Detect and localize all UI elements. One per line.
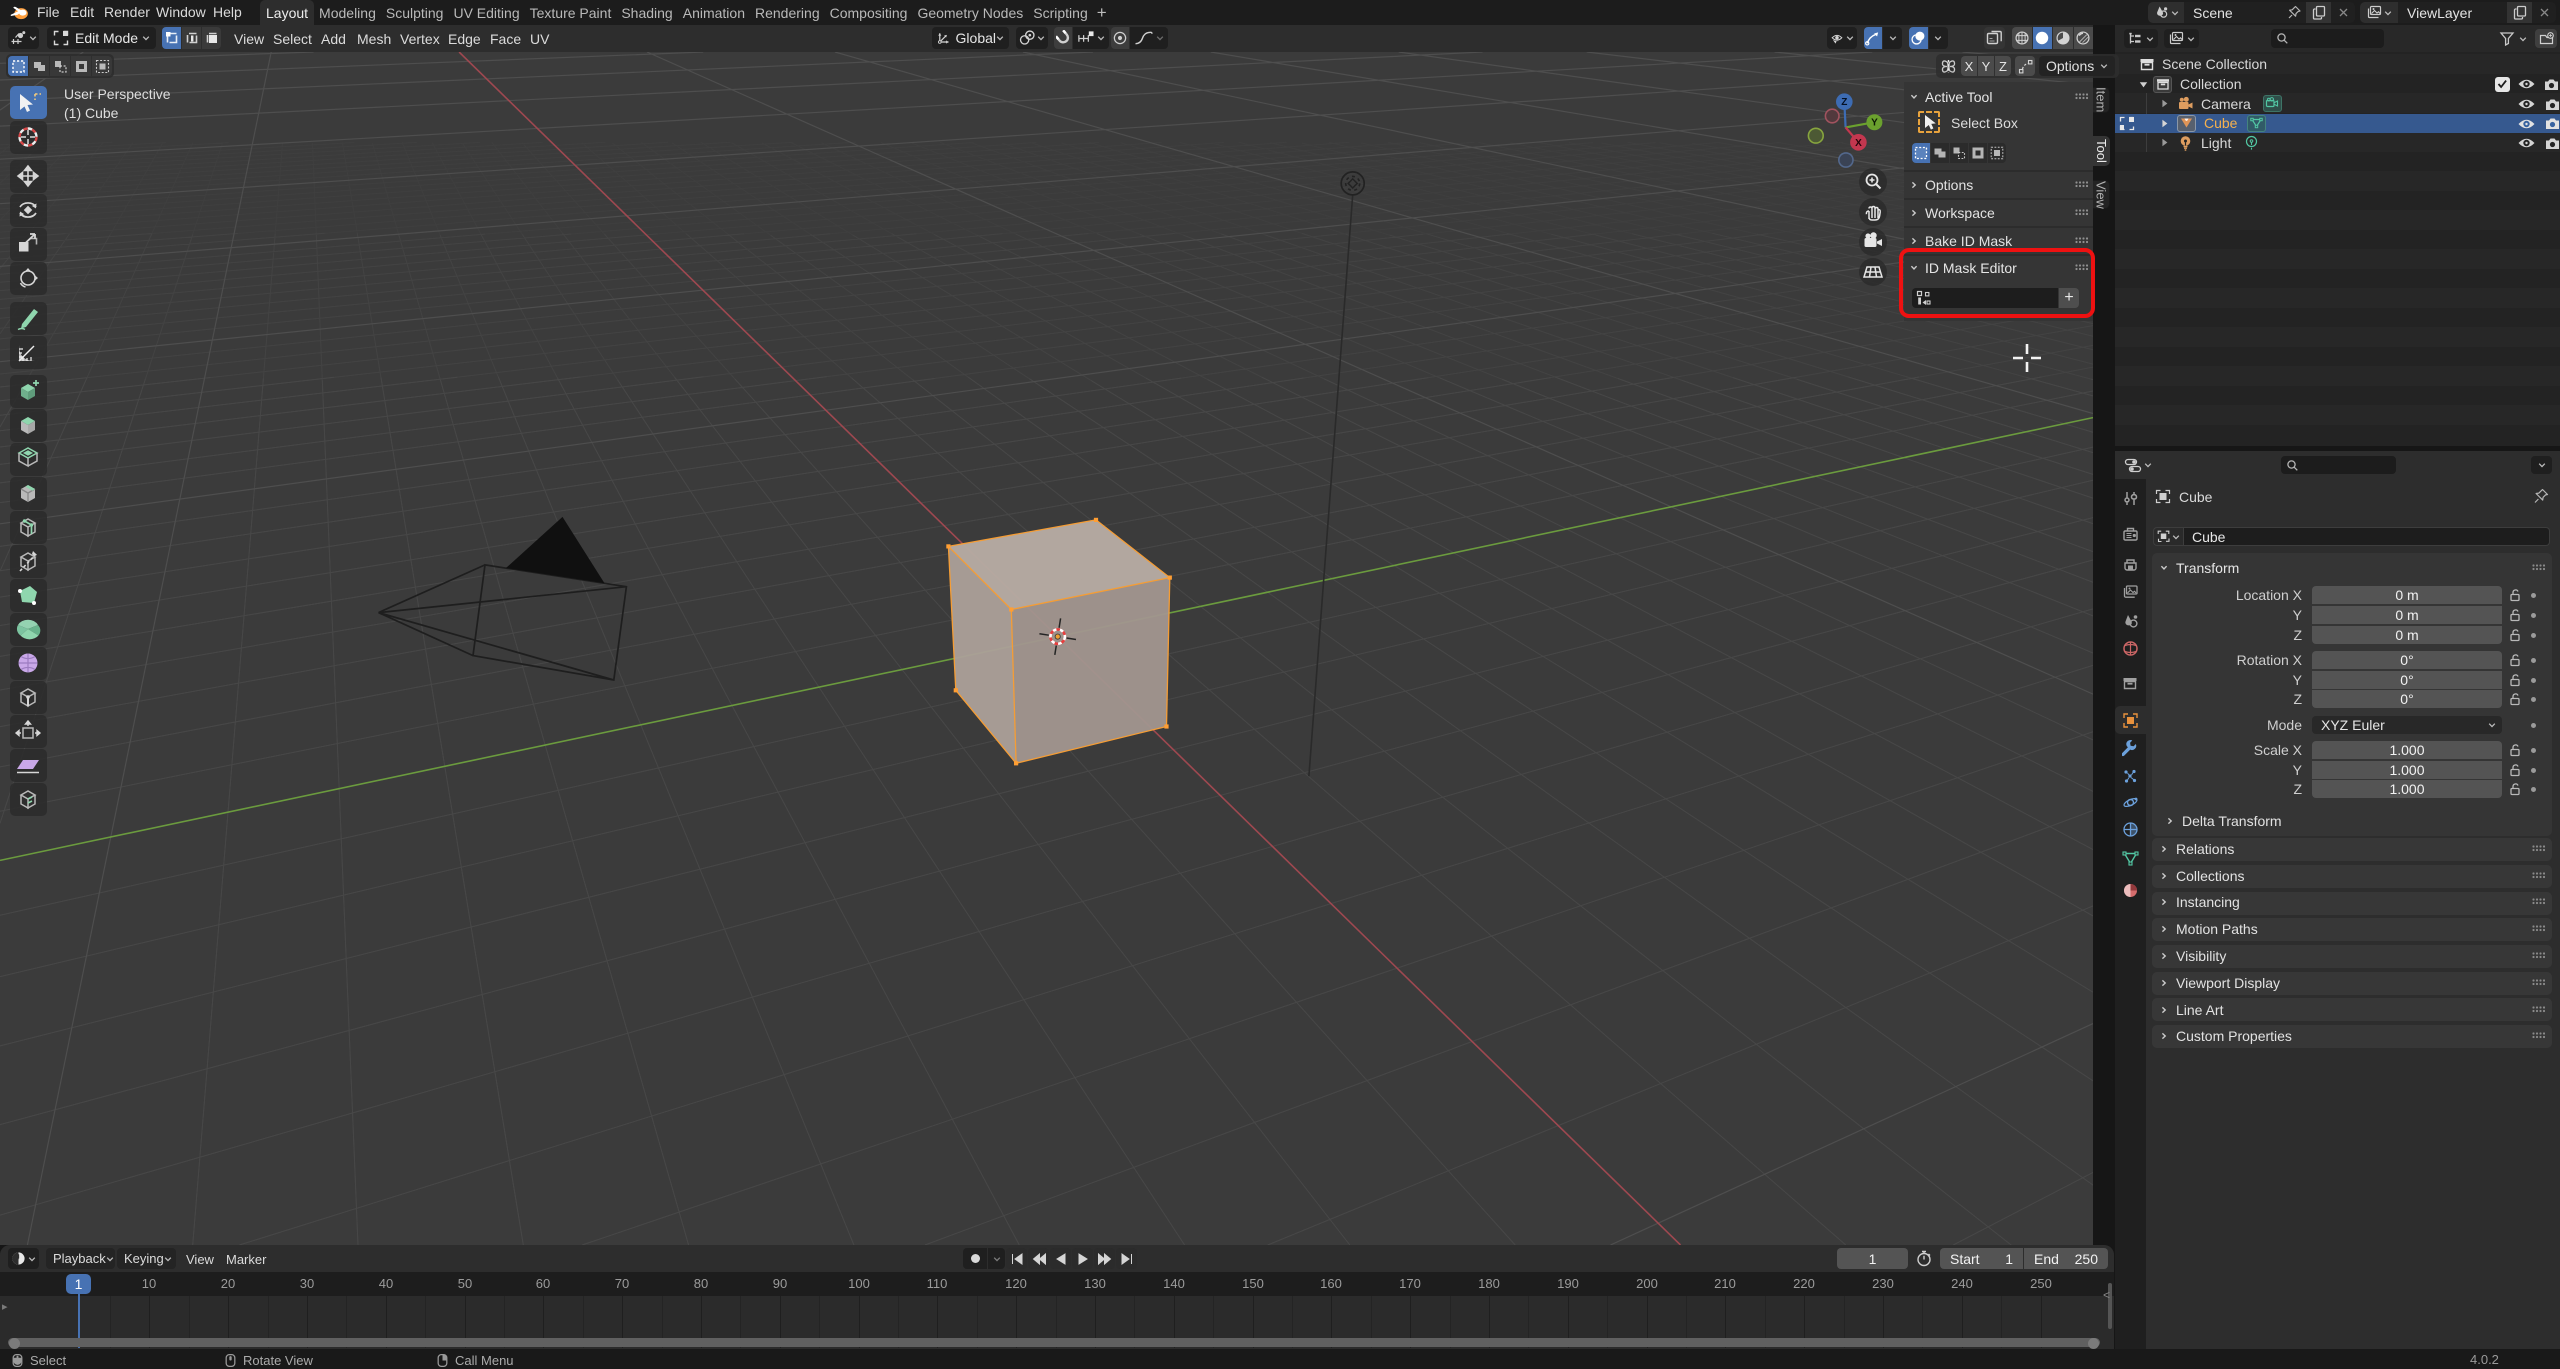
svg-text:Y: Y xyxy=(1871,118,1878,129)
svg-text:Z: Z xyxy=(1841,97,1847,108)
svg-text:X: X xyxy=(1855,138,1862,149)
